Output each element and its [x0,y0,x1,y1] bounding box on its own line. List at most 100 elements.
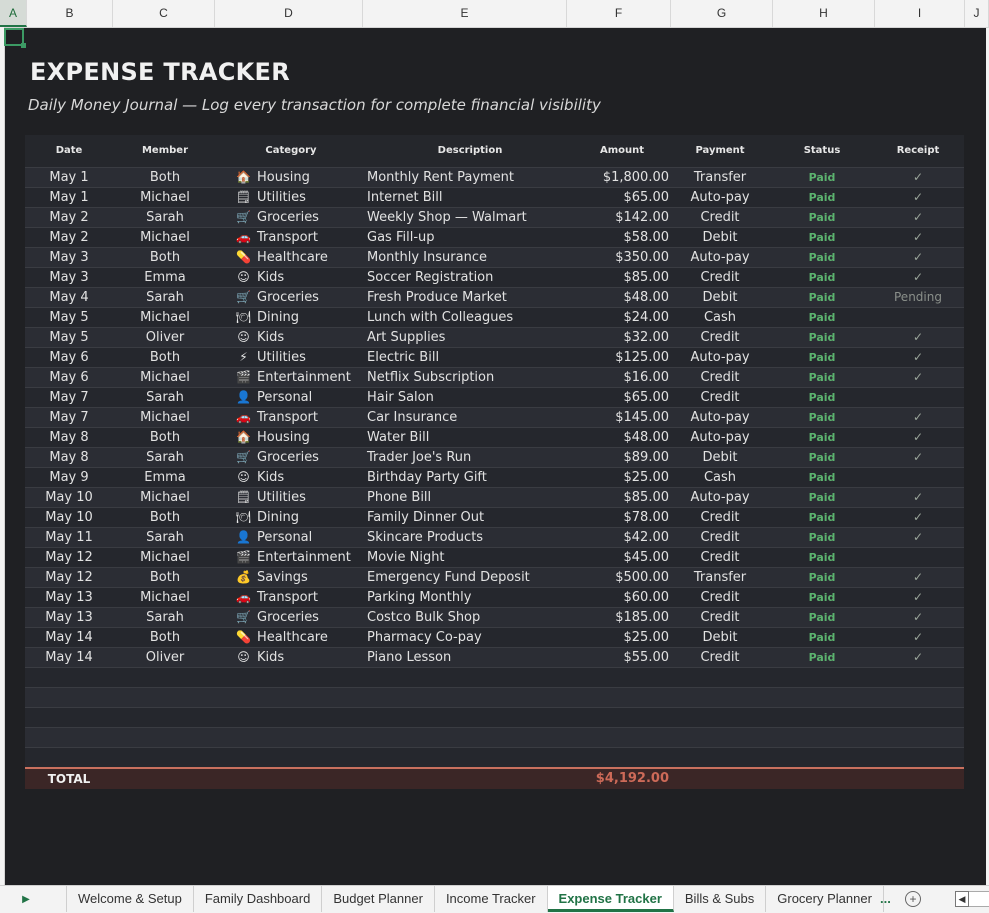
cell-receipt[interactable]: ✓ [873,608,963,627]
cell-amount[interactable]: $60.00 [575,588,670,607]
cell-amount[interactable]: $350.00 [575,248,669,267]
cell-status[interactable]: Paid [771,388,873,407]
cell-status[interactable]: Paid [771,348,873,367]
cell-member[interactable]: Michael [113,488,217,507]
cell-category[interactable]: 🍽 Dining [217,308,365,327]
cell-payment[interactable]: Auto-pay [669,428,771,447]
cell-category[interactable]: 🗒 Utilities [217,188,365,207]
cell-date[interactable]: May 6 [25,348,113,367]
cell-receipt[interactable]: ✓ [873,568,963,587]
cell-member[interactable]: Both [113,568,217,587]
cell-amount[interactable]: $85.00 [575,268,670,287]
cell-category[interactable]: ⚡ Utilities [217,348,365,367]
cell-payment[interactable]: Credit [669,648,771,667]
cell-payment[interactable]: Credit [669,388,771,407]
cell-status[interactable]: Paid [771,548,873,567]
empty-row[interactable] [25,747,964,767]
cell-date[interactable]: May 13 [25,588,113,607]
cell-member[interactable]: Both [113,428,217,447]
table-row[interactable]: May 6 Michael 🎬 Entertainment Netflix Subscr… [25,367,964,387]
cell-amount[interactable]: $185.00 [575,608,669,627]
cell-receipt[interactable]: ✓ [873,268,963,287]
cell-amount[interactable]: $85.00 [575,488,670,507]
cell-member[interactable]: Sarah [113,388,217,407]
cell-status[interactable]: Paid [771,328,873,347]
cell-category[interactable]: 🚗 Transport [217,228,365,247]
cell-description[interactable]: Car Insurance [365,408,575,427]
cell-amount[interactable]: $25.00 [575,468,670,487]
cell-payment[interactable]: Debit [669,228,771,247]
cell-status[interactable]: Paid [771,468,873,487]
cell-member[interactable]: Both [113,508,217,527]
empty-row[interactable] [25,687,964,707]
cell-description[interactable]: Phone Bill [365,488,575,507]
cell-description[interactable]: Gas Fill-up [365,228,575,247]
cell-amount[interactable]: $145.00 [575,408,669,427]
cell-date[interactable]: May 2 [25,208,113,227]
column-header-a[interactable]: A [0,0,27,27]
cell-description[interactable]: Netflix Subscription [365,368,575,387]
cell-member[interactable]: Oliver [113,328,217,347]
table-row[interactable]: May 7 Michael 🚗 Transport Car Insurance $145.… [25,407,964,427]
cell-member[interactable]: Sarah [113,528,217,547]
cell-category[interactable]: 🛒 Groceries [217,208,365,227]
cell-description[interactable]: Birthday Party Gift [365,468,575,487]
cell-status[interactable]: Paid [771,488,873,507]
cell-receipt[interactable] [873,388,963,407]
cell-member[interactable]: Oliver [113,648,217,667]
empty-row[interactable] [25,727,964,747]
cell-date[interactable]: May 9 [25,468,113,487]
cell-receipt[interactable] [873,468,963,487]
cell-payment[interactable]: Debit [669,628,771,647]
table-row[interactable]: May 10 Both 🍽 Dining Family Dinner Out $78.00… [25,507,964,527]
cell-payment[interactable]: Auto-pay [669,348,771,367]
cell-receipt[interactable]: ✓ [873,448,963,467]
cell-member[interactable]: Both [113,248,217,267]
cell-status[interactable]: Paid [771,288,873,307]
cell-amount[interactable]: $55.00 [575,648,670,667]
cell-date[interactable]: May 12 [25,548,113,567]
cell-status[interactable]: Paid [771,368,873,387]
sheet-tab[interactable]: Bills & Subs [674,886,767,912]
table-row[interactable]: May 10 Michael 🗒 Utilities Phone Bill $85.00 A… [25,487,964,507]
horizontal-scrollbar[interactable] [969,891,989,907]
table-row[interactable]: May 2 Sarah 🛒 Groceries Weekly Shop — Walmar… [25,207,964,227]
cell-payment[interactable]: Debit [669,448,771,467]
cell-date[interactable]: May 3 [25,268,113,287]
cell-receipt[interactable]: ✓ [873,348,963,367]
cell-status[interactable]: Paid [771,408,873,427]
cell-category[interactable]: 👤 Personal [217,388,365,407]
table-row[interactable]: May 11 Sarah 👤 Personal Skincare Products $42… [25,527,964,547]
sheet-tab[interactable]: Grocery Planner [766,886,884,912]
cell-description[interactable]: Hair Salon [365,388,575,407]
table-row[interactable]: May 5 Michael 🍽 Dining Lunch with Colleagues… [25,307,964,327]
cell-receipt[interactable]: ✓ [873,408,963,427]
cell-amount[interactable]: $16.00 [575,368,670,387]
table-row[interactable]: May 3 Both 💊 Healthcare Monthly Insurance $35… [25,247,964,267]
cell-amount[interactable]: $25.00 [575,628,670,647]
cell-description[interactable]: Pharmacy Co-pay [365,628,575,647]
cell-member[interactable]: Michael [113,548,217,567]
cell-receipt[interactable]: ✓ [873,368,963,387]
column-header-b[interactable]: B [27,0,113,27]
cell-date[interactable]: May 10 [25,488,113,507]
cell-category[interactable]: ☺ Kids [217,268,365,287]
more-tabs-icon[interactable]: ... [880,886,891,912]
cell-description[interactable]: Electric Bill [365,348,575,367]
active-cell-selector[interactable] [4,28,26,48]
empty-row[interactable] [25,667,964,687]
table-row[interactable]: May 8 Sarah 🛒 Groceries Trader Joe's Run $89.… [25,447,964,467]
cell-amount[interactable]: $58.00 [575,228,670,247]
cell-date[interactable]: May 3 [25,248,113,267]
cell-amount[interactable]: $500.00 [575,568,669,587]
cell-receipt[interactable]: ✓ [873,248,963,267]
cell-payment[interactable]: Cash [669,468,771,487]
cell-amount[interactable]: $65.00 [575,388,670,407]
cell-receipt[interactable]: ✓ [873,488,963,507]
cell-status[interactable]: Paid [771,628,873,647]
cell-status[interactable]: Paid [771,568,873,587]
cell-description[interactable]: Skincare Products [365,528,575,547]
cell-receipt[interactable]: ✓ [873,508,963,527]
cell-category[interactable]: 🎬 Entertainment [217,548,365,567]
table-row[interactable]: May 14 Oliver ☺ Kids Piano Lesson $55.00 Credi… [25,647,964,667]
